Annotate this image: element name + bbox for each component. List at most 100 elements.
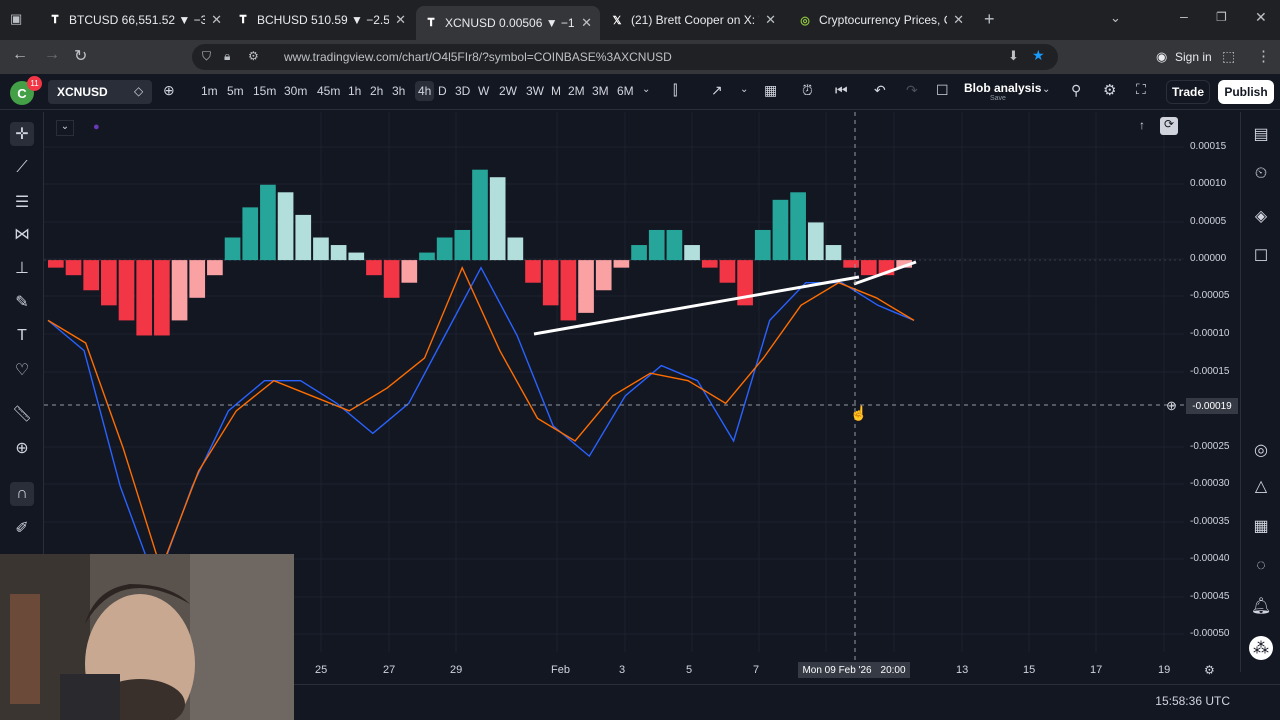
- histogram-bar: [48, 260, 64, 268]
- sync-icon[interactable]: ⟳: [1160, 117, 1178, 135]
- close-tab-icon[interactable]: ✕: [765, 12, 776, 28]
- layout-save-label[interactable]: Save: [990, 95, 1006, 102]
- layout-name[interactable]: Blob analysis: [964, 81, 1041, 95]
- alert-icon[interactable]: ⏰︎: [802, 82, 813, 99]
- close-tab-icon[interactable]: ✕: [953, 12, 964, 28]
- diamond-icon[interactable]: ◇: [134, 84, 143, 98]
- timeframe-2W[interactable]: 2W: [499, 84, 517, 98]
- ruler-icon[interactable]: 📏︎: [10, 402, 34, 426]
- projection-icon[interactable]: ⊥: [10, 256, 34, 280]
- notifications-icon[interactable]: 🔔︎: [1249, 594, 1273, 618]
- crosshair-icon[interactable]: ✛: [10, 122, 34, 146]
- target-icon[interactable]: ◎: [1249, 438, 1273, 462]
- calendar-icon[interactable]: ▦: [1249, 514, 1273, 538]
- webcam-overlay: [0, 554, 294, 720]
- ideas-icon[interactable]: △: [1249, 474, 1273, 498]
- close-tab-icon[interactable]: ✕: [395, 12, 406, 28]
- timeframe-5m[interactable]: 5m: [227, 84, 244, 98]
- browser-tab[interactable]: ◎ Cryptocurrency Prices, Charts A ✕: [790, 6, 972, 34]
- chat-icon[interactable]: ☐: [1249, 244, 1273, 268]
- templates-icon[interactable]: ▦: [764, 82, 777, 99]
- timeframe-dropdown-icon[interactable]: ⌄: [642, 84, 650, 95]
- settings-icon[interactable]: ⚙: [1103, 81, 1116, 99]
- replay-icon[interactable]: ⏮︎: [835, 82, 848, 99]
- timeframe-W[interactable]: W: [478, 84, 489, 98]
- brush-icon[interactable]: ✎: [10, 290, 34, 314]
- scroll-up-icon[interactable]: ↑: [1139, 118, 1145, 132]
- magnet-icon[interactable]: ∩: [10, 482, 34, 506]
- trade-button[interactable]: Trade: [1166, 80, 1210, 104]
- axis-settings-icon[interactable]: ⚙: [1204, 663, 1215, 677]
- timeframe-4h[interactable]: 4h: [415, 81, 435, 101]
- back-icon[interactable]: ←: [12, 46, 28, 64]
- fib-icon[interactable]: ☰: [10, 190, 34, 214]
- news-feed-icon[interactable]: ◌: [1249, 554, 1273, 578]
- search-icon[interactable]: ⚲: [1071, 82, 1081, 99]
- minimize-icon[interactable]: –: [1180, 8, 1188, 24]
- publish-button[interactable]: Publish: [1218, 80, 1274, 104]
- omnibox[interactable]: ⛉ 🔒︎ ⚙ www.tradingview.com/chart/O4l5FIr…: [192, 44, 1058, 70]
- timeframe-45m[interactable]: 45m: [317, 84, 340, 98]
- timeframe-D[interactable]: D: [438, 84, 447, 98]
- close-tab-icon[interactable]: ✕: [581, 15, 592, 31]
- trendline-icon[interactable]: ⟋: [10, 156, 34, 180]
- timeframe-3D[interactable]: 3D: [455, 84, 470, 98]
- candle-type-icon[interactable]: ⫿: [673, 82, 677, 99]
- lock-drawing-icon[interactable]: ✐: [10, 516, 34, 540]
- timeframe-3h[interactable]: 3h: [392, 84, 405, 98]
- timeframe-6M[interactable]: 6M: [617, 84, 634, 98]
- browser-tab[interactable]: 𝐓 BTCUSD 66,551.52 ▼ −3.3% Blo ✕: [40, 6, 230, 34]
- timeframe-1m[interactable]: 1m: [201, 84, 218, 98]
- bookmark-star-icon[interactable]: ★: [1032, 47, 1045, 64]
- tab-menu-icon[interactable]: ▣: [10, 11, 22, 27]
- menu-dots-icon[interactable]: ⋮: [1256, 47, 1271, 65]
- pattern-icon[interactable]: ⋈: [10, 222, 34, 246]
- watchlist-icon[interactable]: ▤: [1249, 122, 1273, 146]
- sign-in-label[interactable]: Sign in: [1175, 50, 1212, 64]
- browser-tab[interactable]: 𝐓 BCHUSD 510.59 ▼ −2.58% Blob ✕: [228, 6, 414, 34]
- collapse-pane-icon[interactable]: ⌄: [56, 120, 74, 136]
- undo-icon[interactable]: ↶: [874, 82, 886, 99]
- site-info-icon[interactable]: ⛉: [202, 49, 211, 64]
- layout-dropdown-icon[interactable]: ⌄: [1042, 84, 1050, 95]
- install-icon[interactable]: ⬇: [1008, 48, 1019, 64]
- compare-add-icon[interactable]: ⊕: [163, 82, 175, 99]
- text-icon[interactable]: T: [10, 324, 34, 348]
- timeframe-1h[interactable]: 1h: [348, 84, 361, 98]
- new-tab-icon[interactable]: +: [984, 9, 995, 30]
- utc-clock[interactable]: 15:58:36 UTC: [1155, 694, 1230, 708]
- timeframe-3W[interactable]: 3W: [526, 84, 544, 98]
- tab-search-icon[interactable]: ⌄: [1110, 10, 1121, 26]
- alerts-clock-icon[interactable]: ⏲︎: [1249, 162, 1273, 186]
- crosshair-date: Mon 09 Feb '26: [802, 664, 872, 676]
- symbol-search[interactable]: XCNUSD ◇: [48, 80, 152, 104]
- layers-icon[interactable]: ◈: [1249, 204, 1273, 228]
- timeframe-30m[interactable]: 30m: [284, 84, 307, 98]
- browser-tab[interactable]: 𝕏 (21) Brett Cooper on X: "My mo ✕: [602, 6, 784, 34]
- timeframe-2h[interactable]: 2h: [370, 84, 383, 98]
- url-text[interactable]: www.tradingview.com/chart/O4l5FIr8/?symb…: [284, 50, 672, 64]
- maximize-icon[interactable]: ❐: [1216, 10, 1227, 24]
- timeframe-M[interactable]: M: [551, 84, 561, 98]
- extensions-icon[interactable]: ⬚: [1222, 48, 1235, 65]
- apps-icon[interactable]: ⁂: [1249, 636, 1273, 660]
- add-price-icon[interactable]: ⊕: [1166, 398, 1177, 414]
- browser-tab[interactable]: 𝐓 XCNUSD 0.00506 ▼ −1.36% Blo ✕: [416, 6, 600, 40]
- profile-icon[interactable]: ◉: [1156, 49, 1167, 65]
- heart-icon[interactable]: ♡: [10, 358, 34, 382]
- zoom-icon[interactable]: ⊕: [10, 436, 34, 460]
- layout-icon[interactable]: ☐: [936, 82, 949, 99]
- reload-icon[interactable]: ↻: [74, 46, 87, 66]
- indicators-icon[interactable]: ↗: [711, 82, 723, 99]
- redo-icon[interactable]: ↷: [906, 82, 918, 99]
- fullscreen-icon[interactable]: ⛶: [1136, 81, 1146, 98]
- timeframe-2M[interactable]: 2M: [568, 84, 585, 98]
- close-tab-icon[interactable]: ✕: [211, 12, 222, 28]
- tune-icon[interactable]: ⚙: [248, 49, 259, 63]
- timeframe-15m[interactable]: 15m: [253, 84, 276, 98]
- forward-icon[interactable]: →: [44, 46, 60, 64]
- y-tick-label: -0.00050: [1190, 628, 1230, 639]
- timeframe-3M[interactable]: 3M: [592, 84, 609, 98]
- indicators-dropdown-icon[interactable]: ⌄: [740, 84, 748, 95]
- close-window-icon[interactable]: ✕: [1255, 9, 1267, 26]
